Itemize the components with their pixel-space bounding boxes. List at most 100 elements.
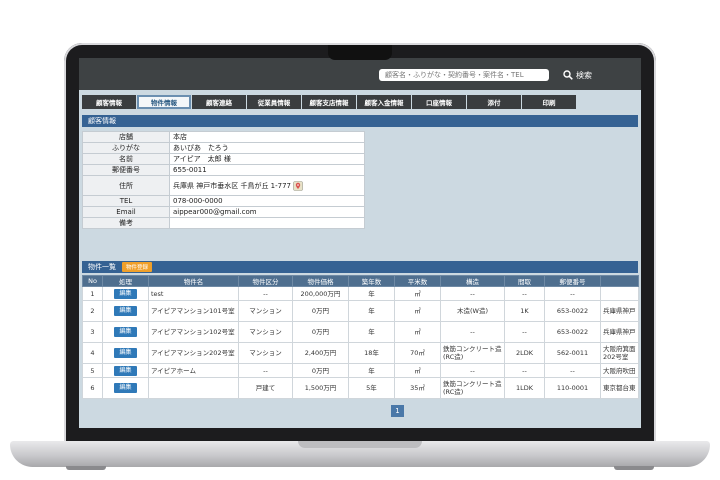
col-header: No (82, 275, 103, 287)
cell-price: 0万円 (292, 300, 349, 322)
edit-button[interactable]: 編集 (114, 288, 137, 299)
tab-property-info[interactable]: 物件情報 (137, 95, 191, 109)
cell-zip: 653-0022 (544, 300, 601, 322)
table-header-row: No 処理 物件名 物件区分 物件価格 築年数 平米数 構造 間取 郵便番号 (82, 275, 639, 287)
col-header: 物件名 (148, 275, 239, 287)
search-icon (563, 70, 573, 80)
cell-action: 編集 (102, 321, 149, 343)
field-label: 名前 (82, 153, 170, 165)
cell-type: -- (238, 363, 293, 378)
customer-row-email: Email aippear000@gmail.com (82, 206, 365, 218)
cell-name: test (148, 286, 239, 301)
field-value: あいぴあ たろう (169, 142, 365, 154)
col-header: 間取 (504, 275, 545, 287)
search-button[interactable]: 検索 (563, 68, 592, 82)
customer-row-store: 店舗 本店 (82, 131, 365, 143)
field-label: 店舗 (82, 131, 170, 143)
cell-type: -- (238, 286, 293, 301)
edit-button[interactable]: 編集 (114, 306, 137, 316)
cell-address: 東京都台東 (600, 377, 639, 399)
cell-no: 6 (82, 377, 103, 399)
field-label: Email (82, 206, 170, 218)
cell-age: 年 (348, 300, 395, 322)
tab-bar: 顧客情報 物件情報 顧客連絡 従業員情報 顧客支店情報 顧客入金情報 口座情報 … (82, 95, 577, 109)
cell-name: アイピアホーム (148, 363, 239, 378)
pagination-page-button[interactable]: 1 (391, 405, 404, 417)
customer-row-zip: 郵便番号 655-0011 (82, 164, 365, 176)
customer-row-address: 住所 兵庫県 神戸市垂水区 千鳥が丘 1-777 (82, 175, 365, 196)
col-header: 処理 (102, 275, 149, 287)
edit-button[interactable]: 編集 (114, 348, 137, 358)
map-icon[interactable] (293, 180, 303, 191)
field-value: 本店 (169, 131, 365, 143)
cell-structure: 鉄筋コンクリート造(RC造) (440, 377, 505, 399)
cell-action: 編集 (102, 286, 149, 301)
cell-structure: -- (440, 321, 505, 343)
field-value: 655-0011 (169, 164, 365, 176)
edit-button[interactable]: 編集 (114, 327, 137, 337)
tab-print[interactable]: 印刷 (522, 95, 576, 109)
cell-layout: 1K (504, 300, 545, 322)
cell-area: ㎡ (394, 286, 441, 301)
field-label: 住所 (82, 175, 170, 196)
cell-layout: -- (504, 286, 545, 301)
customer-row-name: 名前 アイピア 太郎 様 (82, 153, 365, 165)
cell-address (600, 286, 639, 301)
cell-name (148, 377, 239, 399)
tab-account-info[interactable]: 口座情報 (412, 95, 466, 109)
col-header (600, 275, 639, 287)
edit-button[interactable]: 編集 (114, 383, 137, 393)
cell-structure: -- (440, 286, 505, 301)
tab-employee-info[interactable]: 従業員情報 (247, 95, 301, 109)
cell-age: 年 (348, 286, 395, 301)
tab-customer-info[interactable]: 顧客情報 (82, 95, 136, 109)
field-label: ふりがな (82, 142, 170, 154)
table-row: 1 編集 test -- 200,000万円 年 ㎡ -- -- -- (82, 286, 639, 301)
cell-type: 戸建て (238, 377, 293, 399)
register-property-button[interactable]: 物件登録 (122, 262, 153, 272)
col-header: 築年数 (348, 275, 395, 287)
cell-name: アイピアマンション102号室 (148, 321, 239, 343)
cell-action: 編集 (102, 363, 149, 378)
col-header: 郵便番号 (544, 275, 601, 287)
address-text: 兵庫県 神戸市垂水区 千鳥が丘 1-777 (173, 181, 292, 190)
top-bar: 検索 (79, 58, 641, 90)
cell-area: 70㎡ (394, 342, 441, 364)
cell-age: 年 (348, 321, 395, 343)
tab-attachments[interactable]: 添付 (467, 95, 521, 109)
camera-notch (328, 45, 392, 60)
col-header: 平米数 (394, 275, 441, 287)
cell-structure: 木造(W造) (440, 300, 505, 322)
cell-structure: 鉄筋コンクリート造(RC造) (440, 342, 505, 364)
field-value: アイピア 太郎 様 (169, 153, 365, 165)
edit-button[interactable]: 編集 (114, 365, 137, 376)
field-label: 備考 (82, 217, 170, 229)
cell-no: 4 (82, 342, 103, 364)
field-label: TEL (82, 195, 170, 207)
tab-customer-payment[interactable]: 顧客入金情報 (357, 95, 411, 109)
cell-age: 18年 (348, 342, 395, 364)
table-row: 5 編集 アイピアホーム -- 0万円 年 ㎡ -- -- -- 大阪府吹田 (82, 363, 639, 378)
cell-age: 年 (348, 363, 395, 378)
customer-row-notes: 備考 (82, 217, 365, 229)
cell-no: 3 (82, 321, 103, 343)
cell-name: アイピアマンション202号室 (148, 342, 239, 364)
cell-price: 1,500万円 (292, 377, 349, 399)
field-value (169, 217, 365, 229)
property-section-header: 物件一覧 物件登録 (82, 261, 638, 273)
cell-price: 200,000万円 (292, 286, 349, 301)
tab-customer-branch[interactable]: 顧客支店情報 (302, 95, 356, 109)
cell-area: ㎡ (394, 300, 441, 322)
table-row: 4 編集 アイピアマンション202号室 マンション 2,400万円 18年 70… (82, 342, 639, 364)
tab-customer-contact[interactable]: 顧客連絡 (192, 95, 246, 109)
search-input[interactable] (379, 69, 549, 81)
cell-structure: -- (440, 363, 505, 378)
cell-address: 兵庫県神戸 (600, 321, 639, 343)
cell-address: 大阪府吹田 (600, 363, 639, 378)
cell-zip: -- (544, 286, 601, 301)
cell-price: 0万円 (292, 363, 349, 378)
col-header: 物件価格 (292, 275, 349, 287)
cell-layout: 1LDK (504, 377, 545, 399)
cell-address: 兵庫県神戸 (600, 300, 639, 322)
laptop-foot-left (66, 466, 106, 470)
